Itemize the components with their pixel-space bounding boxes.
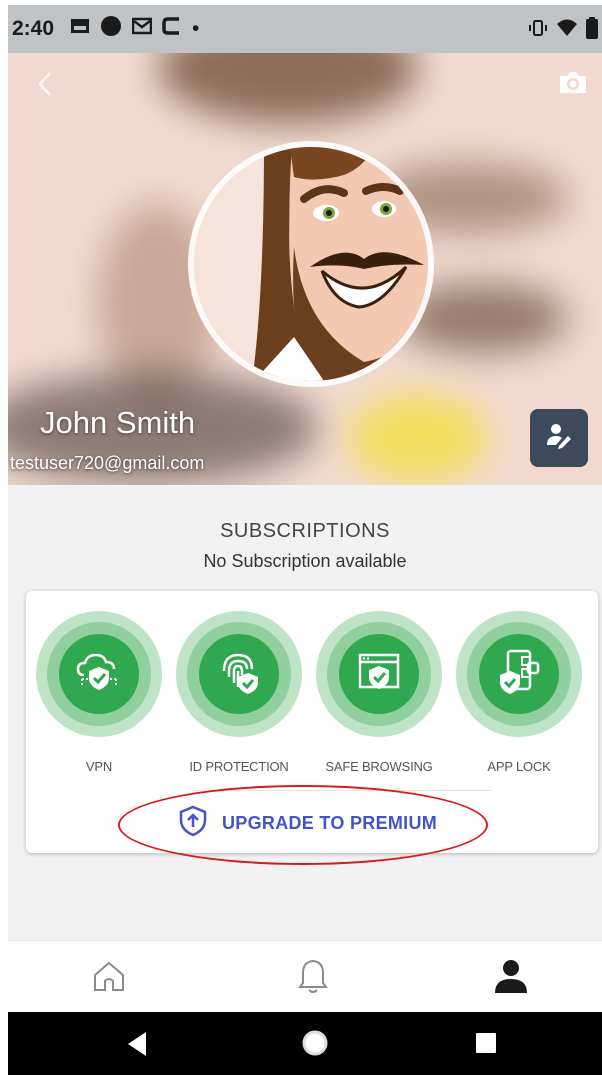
gmail-notification-icon xyxy=(131,17,153,41)
avatar[interactable] xyxy=(194,147,428,381)
nav-profile[interactable] xyxy=(488,955,534,1001)
browser-shield-icon xyxy=(354,647,404,702)
nav-home[interactable] xyxy=(86,955,132,1001)
system-status-icons xyxy=(528,17,598,45)
profile-icon xyxy=(492,957,530,1000)
status-bar: 2:40 • xyxy=(8,5,602,53)
feature-core xyxy=(199,634,279,714)
c-notification-icon xyxy=(162,15,182,43)
app-screen: 2:40 • John Smith testuser720@gmail.com … xyxy=(8,5,602,1075)
feature-ring-inner xyxy=(327,622,431,726)
bottom-navigation xyxy=(8,940,602,1013)
home-icon xyxy=(91,958,127,999)
cloud-shield-icon xyxy=(74,647,124,702)
header-background-blur xyxy=(158,53,418,123)
apps-shield-icon xyxy=(494,647,544,702)
vibrate-icon xyxy=(528,18,548,44)
feature-ring-inner xyxy=(47,622,151,726)
camera-icon[interactable] xyxy=(558,69,588,100)
feature-label: ID PROTECTION xyxy=(189,759,289,774)
system-home-icon[interactable] xyxy=(300,1028,330,1063)
feature-label: APP LOCK xyxy=(487,759,551,774)
circle-notification-icon xyxy=(100,15,122,43)
battery-icon xyxy=(586,17,598,45)
fingerprint-shield-icon xyxy=(214,647,264,702)
edit-user-icon xyxy=(544,421,574,456)
feature-safe-browsing[interactable]: SAFE BROWSING xyxy=(314,611,444,774)
feature-core xyxy=(339,634,419,714)
bell-icon xyxy=(297,957,329,1000)
notification-icons: • xyxy=(70,15,199,43)
photo-notification-icon xyxy=(70,17,90,41)
nav-notifications[interactable] xyxy=(290,955,336,1001)
more-notifications-dot: • xyxy=(192,17,200,40)
red-highlight-ellipse xyxy=(118,785,488,865)
feature-ring-inner xyxy=(467,622,571,726)
wifi-icon xyxy=(556,18,578,44)
header-background-blur xyxy=(348,393,488,483)
feature-label: VPN xyxy=(85,759,113,774)
avatar-cartoon-illustration xyxy=(194,147,428,381)
feature-ring xyxy=(456,611,582,737)
system-recents-icon[interactable] xyxy=(474,1031,498,1060)
feature-ring xyxy=(36,611,162,737)
profile-name: John Smith xyxy=(40,405,196,440)
feature-vpn[interactable]: VPN xyxy=(34,611,164,774)
feature-ring xyxy=(316,611,442,737)
system-back-icon[interactable] xyxy=(124,1030,150,1063)
subscriptions-heading: SUBSCRIPTIONS xyxy=(220,520,390,542)
edit-profile-button[interactable] xyxy=(530,409,588,467)
feature-app-lock[interactable]: APP LOCK xyxy=(454,611,584,774)
feature-id-protection[interactable]: ID PROTECTION xyxy=(174,611,304,774)
feature-core xyxy=(59,634,139,714)
back-arrow-icon[interactable] xyxy=(38,71,52,102)
system-navigation-bar xyxy=(8,1012,602,1075)
profile-email: testuser720@gmail.com xyxy=(10,453,205,473)
feature-label: SAFE BROWSING xyxy=(325,759,433,774)
subscriptions-status: No Subscription available xyxy=(203,551,407,571)
feature-core xyxy=(479,634,559,714)
feature-ring-inner xyxy=(187,622,291,726)
feature-ring xyxy=(176,611,302,737)
status-time: 2:40 xyxy=(12,17,55,40)
